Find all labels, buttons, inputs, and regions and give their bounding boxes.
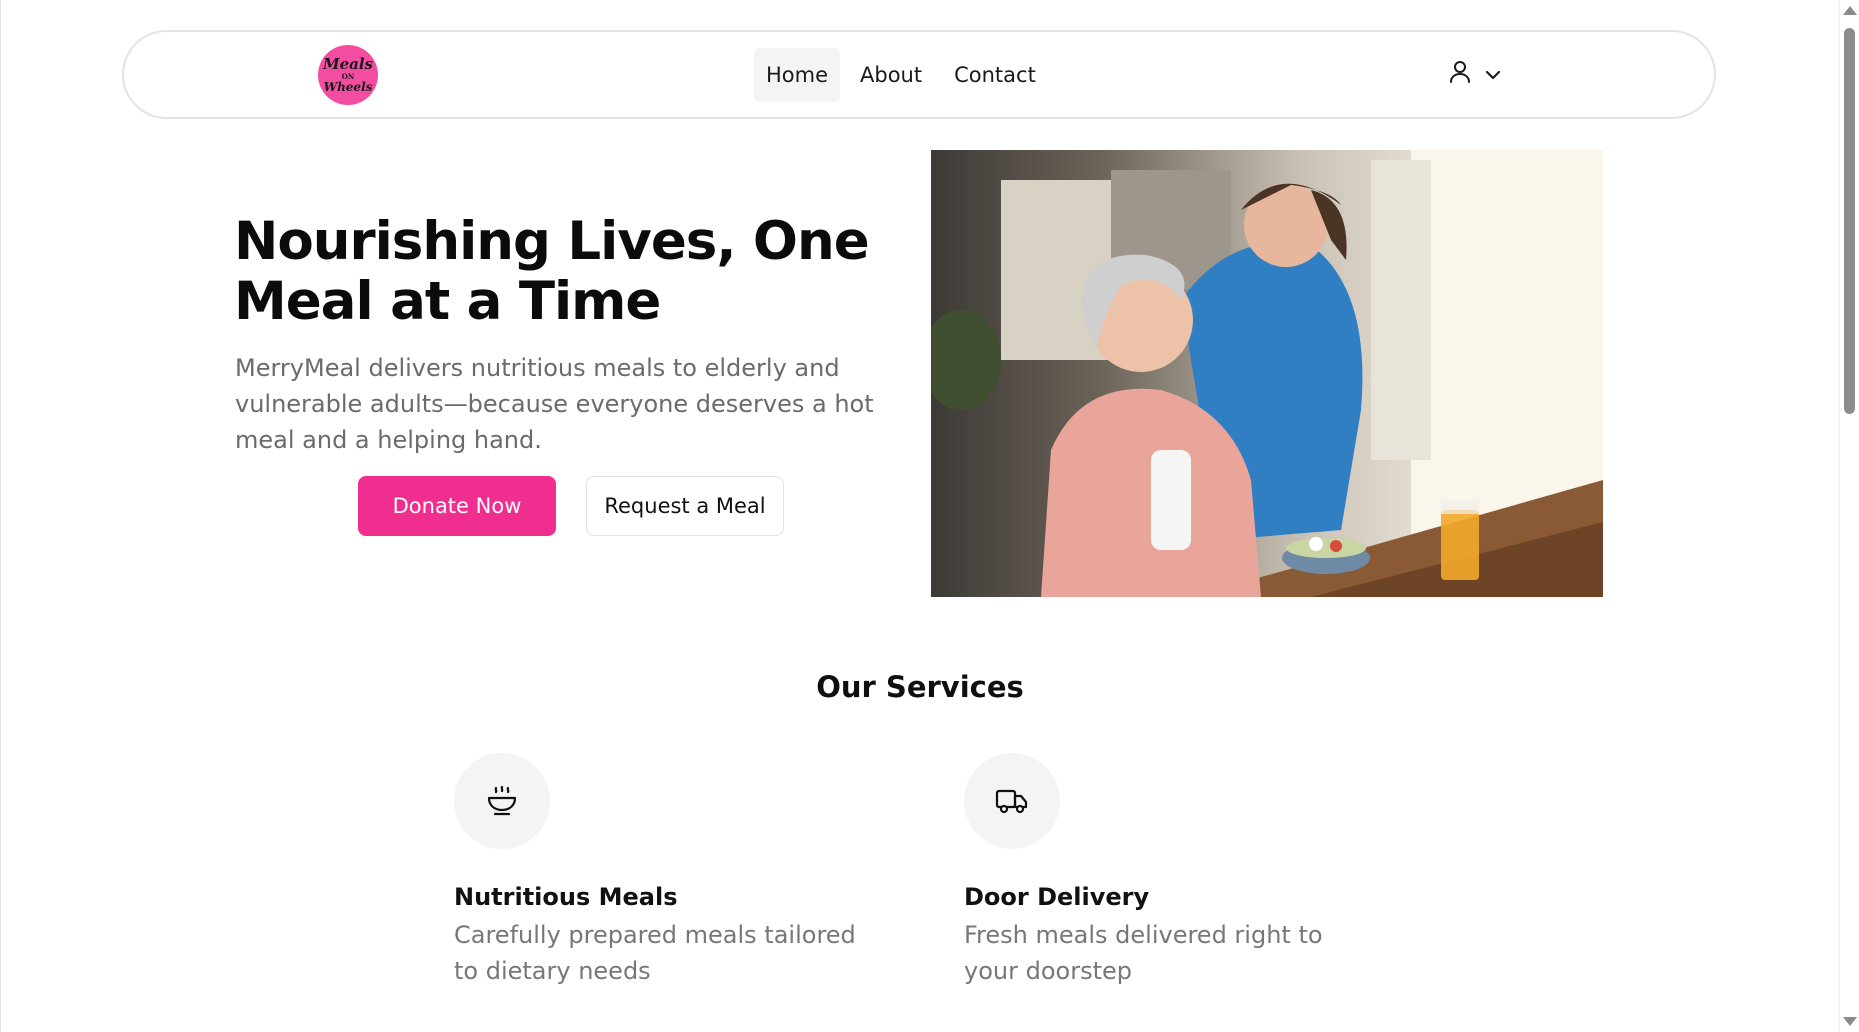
logo-text-line1: Meals: [322, 55, 373, 73]
donate-now-button[interactable]: Donate Now: [358, 476, 556, 536]
top-navbar: Meals ON Wheels Home About Contact: [122, 30, 1716, 119]
hero-title: Nourishing Lives, One Meal at a Time: [234, 211, 870, 332]
meals-on-wheels-logo[interactable]: Meals ON Wheels: [318, 45, 378, 105]
user-icon: [1449, 60, 1471, 88]
main-nav: Home About Contact: [754, 48, 1048, 102]
logo-text-line3: Wheels: [323, 80, 373, 94]
truck-icon: [964, 753, 1060, 849]
nav-link-contact[interactable]: Contact: [942, 48, 1048, 102]
page-scrollbar[interactable]: [1839, 0, 1859, 1032]
hero-photo-caregiver-with-senior: [931, 150, 1603, 597]
window-left-edge: [0, 0, 1, 1032]
service-title: Nutritious Meals: [454, 883, 678, 911]
hero-description: MerryMeal delivers nutritious meals to e…: [235, 354, 874, 454]
scrollbar-thumb[interactable]: [1844, 28, 1855, 414]
bowl-icon: [454, 753, 550, 849]
scroll-up-arrow-icon[interactable]: [1843, 6, 1857, 15]
service-title: Door Delivery: [964, 883, 1150, 911]
service-card-door-delivery: Door Delivery Fresh meals delivered righ…: [964, 753, 1394, 989]
nav-link-about[interactable]: About: [848, 48, 934, 102]
service-description: Fresh meals delivered right to your door…: [964, 921, 1323, 985]
service-card-nutritious-meals: Nutritious Meals Carefully prepared meal…: [454, 753, 884, 989]
chevron-down-icon: [1485, 65, 1501, 84]
user-menu-button[interactable]: [1449, 60, 1501, 88]
logo-text-line2: ON: [341, 72, 355, 81]
service-description: Carefully prepared meals tailored to die…: [454, 921, 856, 985]
nav-link-home[interactable]: Home: [754, 48, 841, 102]
scroll-down-arrow-icon[interactable]: [1843, 1017, 1857, 1026]
services-section-title: Our Services: [816, 670, 1024, 704]
request-meal-button[interactable]: Request a Meal: [586, 476, 784, 536]
